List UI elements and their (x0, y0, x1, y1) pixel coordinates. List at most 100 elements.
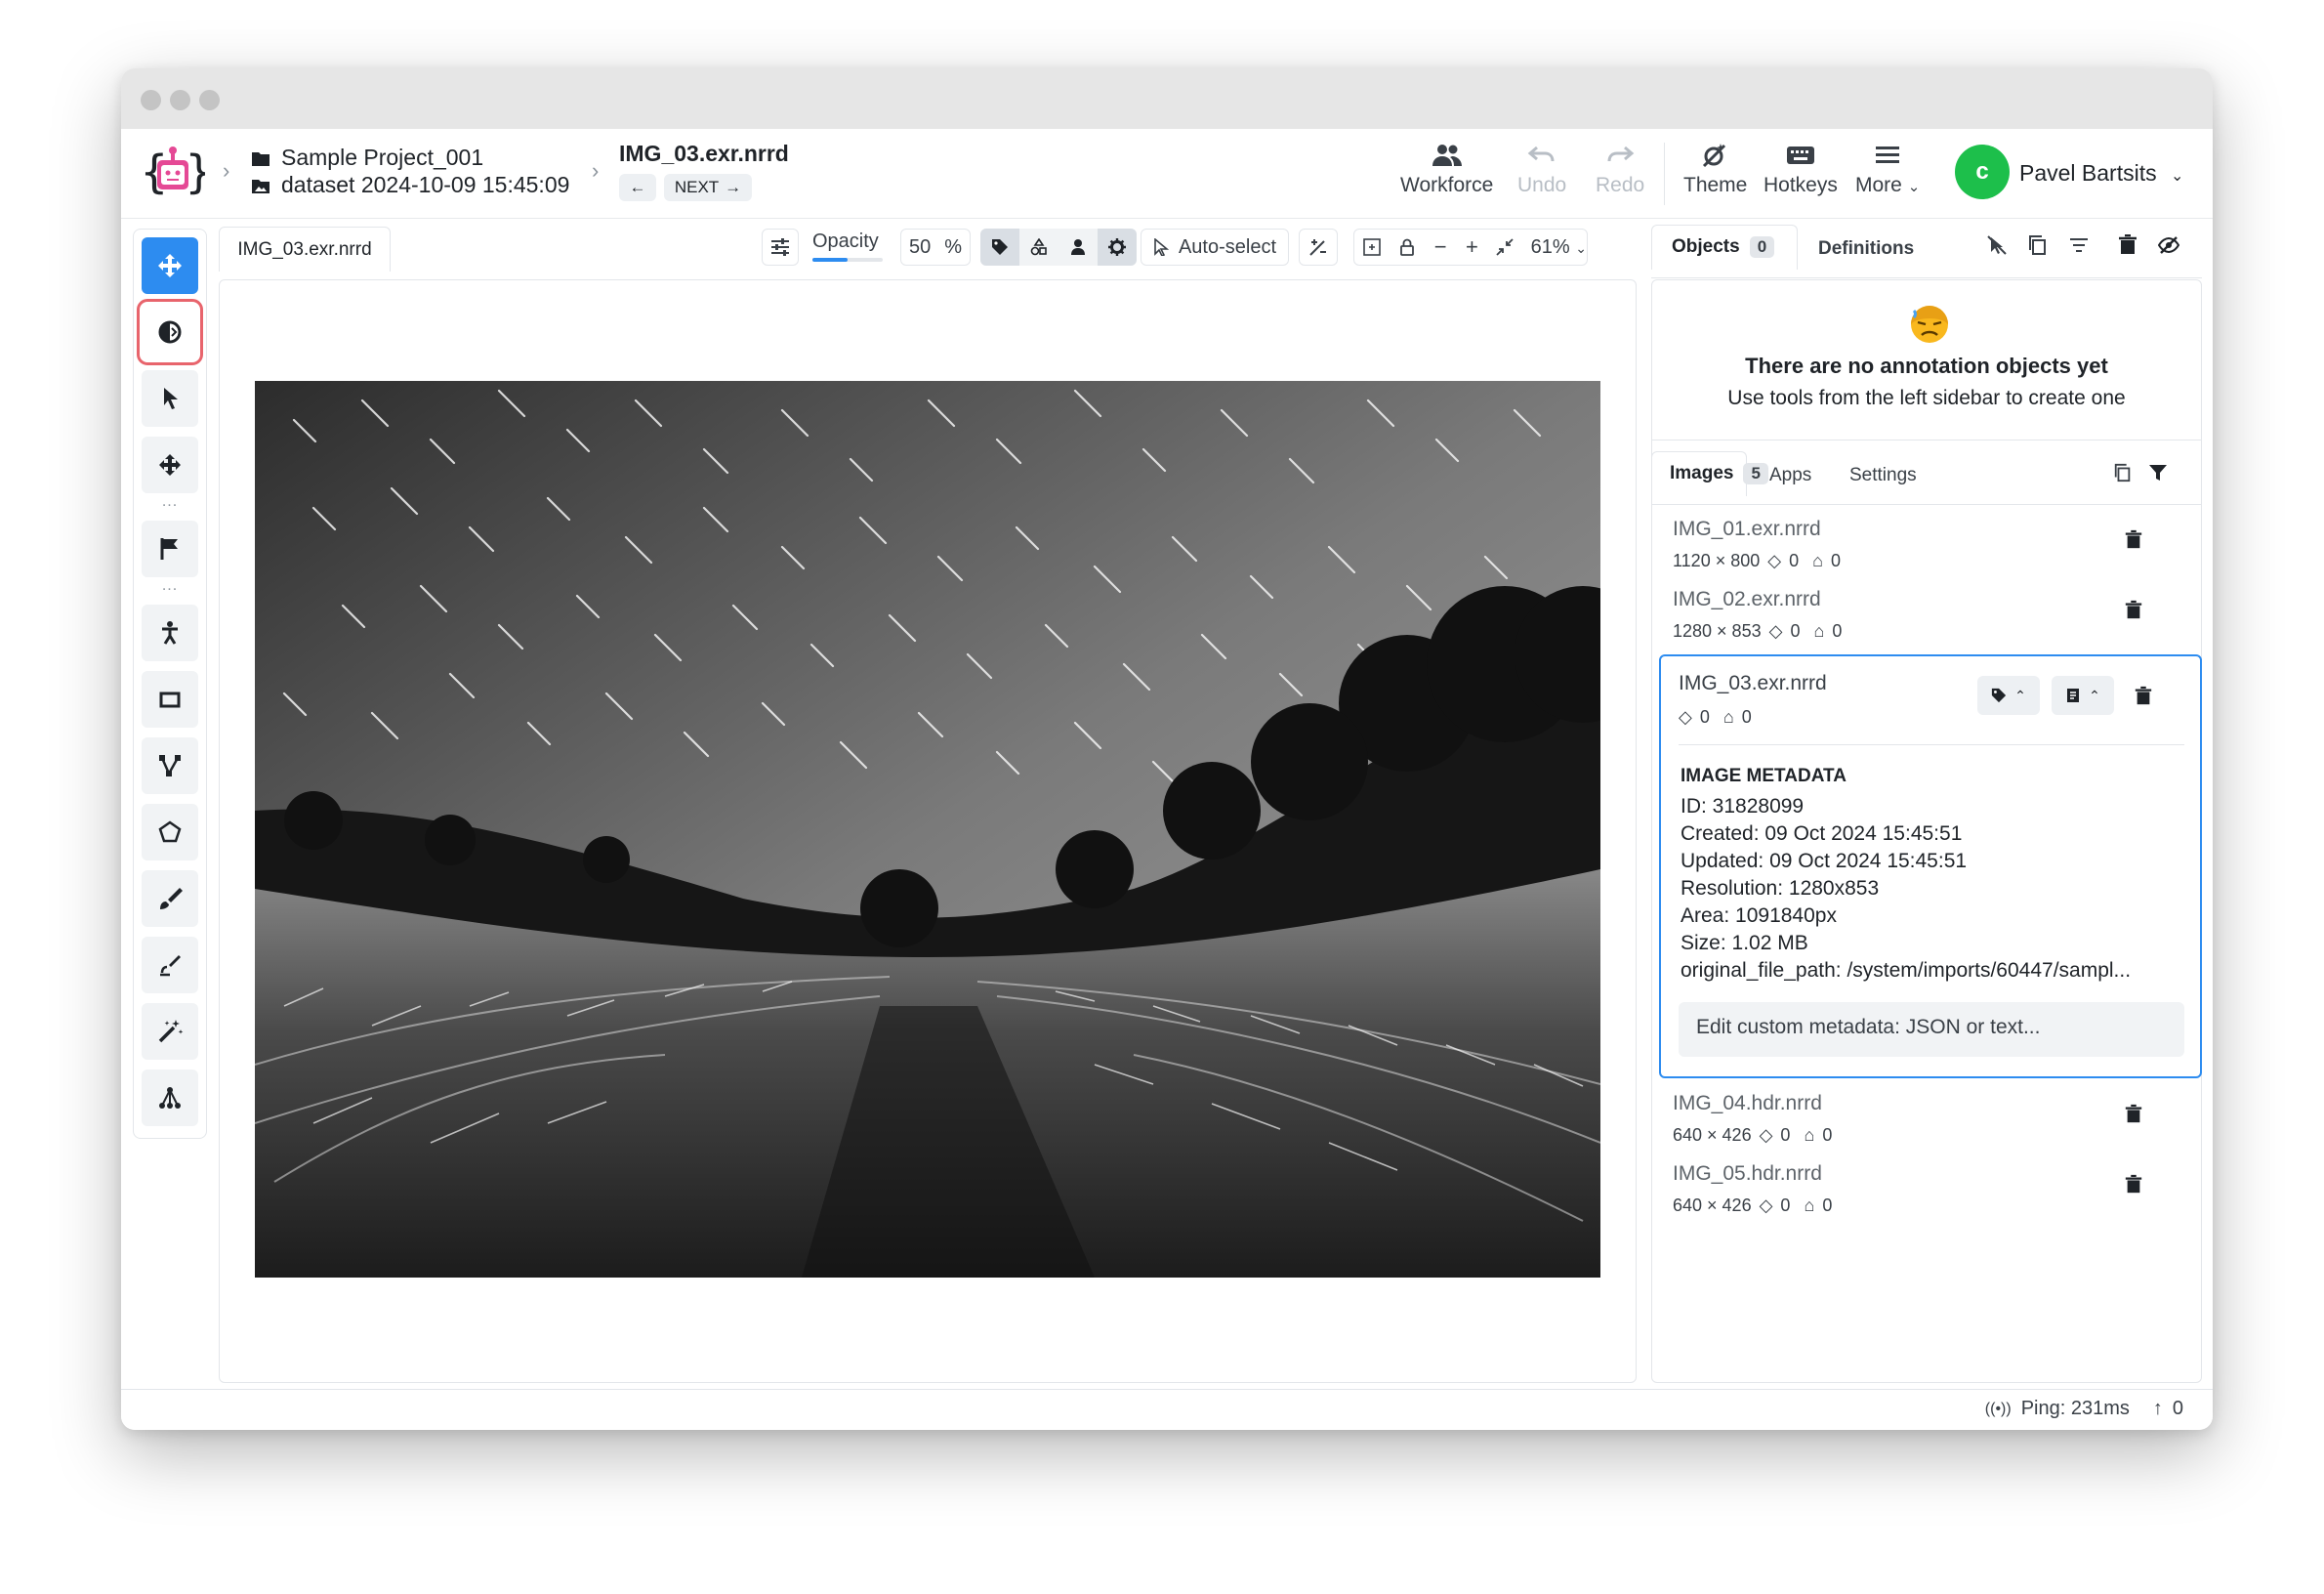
gear-icon (1108, 238, 1126, 256)
workforce-button[interactable]: Workforce (1400, 143, 1493, 197)
breadcrumb-chevron-icon: › (592, 158, 600, 183)
fit-screen-button[interactable] (1354, 238, 1390, 256)
auto-enhance-button[interactable] (1299, 229, 1338, 266)
filter-lines-icon[interactable] (2068, 234, 2090, 256)
flag-icon (160, 538, 178, 560)
next-image-button[interactable]: NEXT → (664, 174, 752, 201)
tag-visibility-toggle[interactable] (980, 229, 1019, 266)
brightness-contrast-tool-button[interactable] (137, 299, 203, 365)
tool-group-separator: ... (161, 577, 179, 594)
theme-button[interactable]: Theme (1683, 143, 1747, 197)
custom-metadata-textarea[interactable]: Edit custom metadata: JSON or text... (1679, 1002, 2184, 1057)
tag-outline-icon: ⌂ (1722, 707, 1734, 727)
empty-objects-title: There are no annotation objects yet (1745, 354, 2108, 378)
user-menu[interactable]: Pavel Bartsits ⌄ (2019, 160, 2183, 187)
drag-move-icon (159, 454, 181, 476)
opacity-slider[interactable] (812, 258, 883, 262)
flag-tool-button[interactable] (142, 521, 198, 577)
zoom-controls: − + 61% ⌄ (1353, 229, 1588, 266)
trash-icon[interactable] (2124, 1104, 2143, 1125)
rectangle-tool-button[interactable] (142, 671, 198, 728)
annotated-image[interactable] (255, 381, 1600, 1278)
more-menu-button[interactable]: More ⌄ (1855, 143, 1920, 197)
brush-tool-button[interactable] (142, 870, 198, 927)
graph-nodes-icon (159, 1087, 181, 1109)
trash-icon[interactable] (2117, 234, 2138, 256)
contrast-icon (158, 320, 182, 344)
eraser-tool-button[interactable] (142, 937, 198, 993)
chevron-down-icon: ⌄ (1907, 179, 1921, 195)
polyline-tool-button[interactable] (142, 737, 198, 794)
trash-icon[interactable] (2124, 529, 2143, 551)
copy-icon[interactable] (2113, 463, 2133, 482)
copy-icon[interactable] (2027, 234, 2049, 256)
hotkeys-button[interactable]: Hotkeys (1764, 143, 1838, 197)
keypoint-tool-button[interactable] (142, 605, 198, 661)
move-object-tool-button[interactable] (142, 437, 198, 493)
user-avatar[interactable]: c (1955, 145, 2010, 199)
tab-images[interactable]: Images 5 (1670, 463, 1768, 484)
layers-icon: ◇ (1759, 1196, 1773, 1215)
breadcrumb-dataset[interactable]: dataset 2024-10-09 15:45:09 (252, 172, 569, 198)
tab-file[interactable]: IMG_03.exr.nrrd (219, 227, 391, 272)
image-list-item[interactable]: IMG_02.exr.nrrd 1280 × 853 ◇ 0 ⌂ 0 (1651, 580, 2202, 649)
chevron-down-icon: ⌄ (2171, 168, 2184, 185)
tab-settings[interactable]: Settings (1849, 465, 1917, 486)
status-bar: ((•)) Ping: 231ms ↑ 0 (121, 1389, 2213, 1430)
tab-apps[interactable]: Apps (1769, 465, 1811, 486)
magic-wand-tool-button[interactable] (142, 1003, 198, 1060)
layers-icon: ◇ (1767, 551, 1782, 570)
person-visibility-toggle[interactable] (1058, 229, 1098, 266)
ping-status: Ping: 231ms (2020, 1398, 2130, 1419)
collapse-button[interactable] (1488, 238, 1521, 256)
image-list-item[interactable]: IMG_01.exr.nrrd 1120 × 800 ◇ 0 ⌂ 0 (1651, 510, 2202, 578)
select-tool-button[interactable] (142, 370, 198, 427)
image-metadata-dropdown[interactable]: ⌃ (2052, 676, 2114, 715)
minimize-window-dot[interactable] (170, 90, 190, 110)
zoom-out-button[interactable]: − (1425, 234, 1456, 260)
robot-logo-icon[interactable]: { } (141, 145, 205, 203)
breadcrumb-chevron-icon: › (223, 158, 230, 183)
tag-outline-icon: ⌂ (1812, 551, 1823, 570)
trash-icon[interactable] (2134, 686, 2153, 707)
close-window-dot[interactable] (141, 90, 161, 110)
hide-cursor-icon[interactable] (1986, 234, 2008, 256)
rectangle-icon (159, 692, 181, 708)
prev-image-button[interactable]: ← (619, 174, 656, 201)
breadcrumb-project[interactable]: Sample Project_001 (252, 145, 483, 171)
tab-objects[interactable]: Objects 0 (1672, 236, 1775, 258)
tag-outline-icon: ⌂ (1813, 621, 1825, 641)
tab-definitions[interactable]: Definitions (1818, 238, 1914, 260)
filter-icon[interactable] (2148, 463, 2168, 482)
image-list-item[interactable]: IMG_05.hdr.nrrd 640 × 426 ◇ 0 ⌂ 0 (1651, 1154, 2202, 1223)
zoom-select[interactable]: 61% ⌄ (1521, 236, 1587, 259)
metadata-area: Area: 1091840px (1681, 904, 1837, 927)
status-bar-info: ((•)) Ping: 231ms ↑ 0 (1985, 1398, 2183, 1420)
polygon-tool-button[interactable] (142, 804, 198, 860)
selected-image-item[interactable]: IMG_03.exr.nrrd ◇ 0 ⌂ 0 ⌃ ⌃ IMAGE METADATA… (1659, 654, 2202, 1078)
graph-tool-button[interactable] (142, 1070, 198, 1126)
pan-tool-button[interactable] (142, 237, 198, 294)
objects-actions (1986, 234, 2179, 256)
redo-button[interactable]: Redo (1596, 143, 1644, 197)
adjustments-button[interactable] (762, 229, 799, 266)
shapes-visibility-toggle[interactable] (1019, 229, 1058, 266)
image-list-item[interactable]: IMG_04.hdr.nrrd 640 × 426 ◇ 0 ⌂ 0 (1651, 1084, 2202, 1153)
eye-off-icon[interactable] (2158, 234, 2179, 256)
metadata-resolution: Resolution: 1280x853 (1681, 877, 1880, 900)
image-tags-dropdown[interactable]: ⌃ (1977, 676, 2040, 715)
auto-select-button[interactable]: Auto-select (1141, 229, 1289, 266)
trash-icon[interactable] (2124, 1174, 2143, 1196)
zoom-in-button[interactable]: + (1456, 234, 1487, 260)
view-settings-toggle[interactable] (1098, 229, 1137, 266)
collapse-arrows-icon (1495, 238, 1514, 256)
lock-zoom-button[interactable] (1390, 238, 1425, 256)
undo-button[interactable]: Undo (1517, 143, 1566, 197)
trash-icon[interactable] (2124, 600, 2143, 621)
tag-outline-icon: ⌂ (1804, 1125, 1815, 1145)
metadata-path: original_file_path: /system/imports/6044… (1681, 959, 2132, 982)
opacity-input[interactable]: 50% (900, 229, 971, 266)
upload-count: 0 (2172, 1398, 2183, 1419)
maximize-window-dot[interactable] (199, 90, 220, 110)
eraser-brush-icon (160, 955, 181, 977)
